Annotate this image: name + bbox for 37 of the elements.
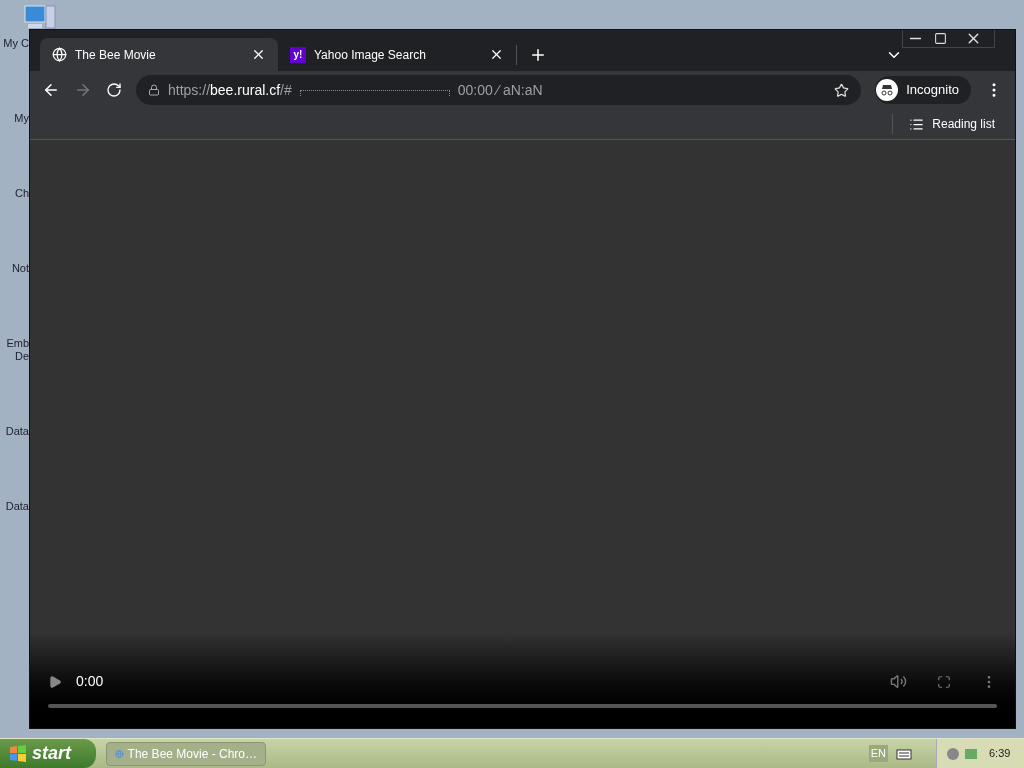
time-text: 0:00	[76, 672, 104, 691]
desktop-icon-label[interactable]: Data	[5, 500, 29, 513]
lock-icon	[148, 84, 160, 96]
browser-tab[interactable]: The Bee Movie	[40, 38, 278, 71]
profile-chip[interactable]: Incognito	[875, 76, 971, 104]
fullscreen-icon[interactable]	[937, 674, 951, 689]
close-icon[interactable]	[251, 47, 266, 62]
url-text: https://bee.rural.cf/#	[168, 80, 292, 100]
list-icon	[909, 116, 925, 132]
desktop-icon-label[interactable]: Ch	[14, 187, 29, 200]
new-tab-icon[interactable]	[529, 46, 547, 64]
clock: 6:39	[989, 746, 1011, 762]
address-bar[interactable]: https://bee.rural.cf/# 00:00 ⁄ aN:aN	[136, 75, 862, 105]
bookmark-star-icon[interactable]	[834, 82, 850, 98]
incognito-icon	[876, 79, 899, 101]
windows-logo-icon	[8, 743, 28, 764]
desktop-icon-label[interactable]: Not	[11, 262, 29, 275]
favicon-logo: y!	[290, 46, 306, 63]
maximize-icon[interactable]	[934, 32, 947, 45]
forward-icon[interactable]	[74, 81, 92, 99]
play-icon[interactable]	[48, 674, 62, 689]
browser-tab[interactable]: y! Yahoo Image Search	[278, 38, 516, 71]
desktop-icon-label[interactable]: My	[14, 112, 29, 125]
back-icon[interactable]	[42, 81, 60, 99]
desktop-icon-label[interactable]: Data	[5, 425, 29, 438]
keyboard-icon[interactable]	[896, 747, 912, 760]
computer-icon	[24, 4, 56, 32]
desktop-icon-label[interactable]: Emb	[6, 337, 29, 350]
desktop-icon-label[interactable]: My C	[3, 37, 29, 50]
start-button[interactable]: start	[0, 739, 96, 768]
close-icon[interactable]	[489, 47, 504, 62]
reading-list-button[interactable]: Reading list	[901, 115, 1003, 133]
globe-icon	[52, 47, 67, 62]
url-title-text: 00:00 ⁄ aN:aN	[457, 80, 543, 100]
volume-icon[interactable]	[890, 673, 907, 690]
desktop-icon-label[interactable]: De	[14, 350, 29, 363]
reload-icon[interactable]	[106, 82, 122, 98]
